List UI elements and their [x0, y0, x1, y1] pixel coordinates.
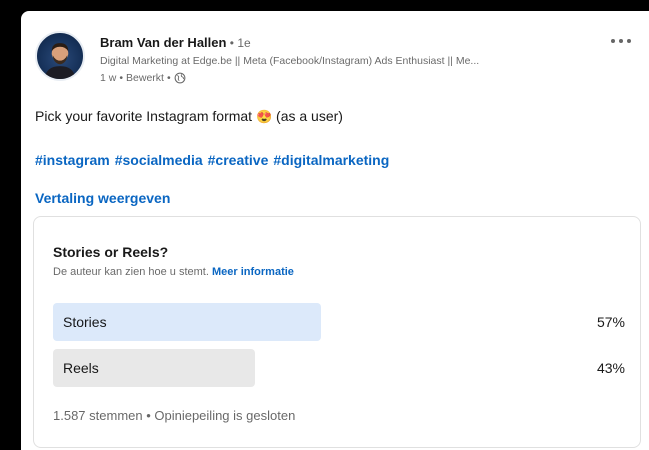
poll-card: Stories or Reels? De auteur kan zien hoe…: [33, 216, 641, 448]
more-info-link[interactable]: Meer informatie: [212, 266, 294, 278]
poll-option-stories: Stories 57%: [53, 303, 625, 341]
feed-post-card: Bram Van der Hallen • 1e Digital Marketi…: [21, 11, 649, 450]
post-text-main: Pick your favorite Instagram format: [35, 108, 256, 124]
post-text-tail: (as a user): [272, 108, 343, 124]
poll-option-percent: 43%: [596, 360, 625, 376]
ellipsis-icon: [611, 39, 615, 43]
author-name[interactable]: Bram Van der Hallen: [100, 35, 226, 50]
post-meta: 1 w • Bewerkt •: [100, 71, 186, 85]
show-translation-link[interactable]: Vertaling weergeven: [35, 189, 170, 207]
edited-label: Bewerkt: [126, 72, 164, 84]
poll-privacy-note: De auteur kan zien hoe u stemt. Meer inf…: [53, 265, 294, 279]
hashtag-link[interactable]: #creative: [208, 151, 269, 169]
post-time: 1 w: [100, 72, 117, 84]
hashtag-link[interactable]: #digitalmarketing: [273, 151, 389, 169]
poll-option-reels: Reels 43%: [53, 349, 625, 387]
hashtag-link[interactable]: #socialmedia: [115, 151, 203, 169]
person-photo-icon: [44, 43, 76, 79]
author-line: Bram Van der Hallen • 1e: [100, 35, 251, 51]
poll-option-label: Reels: [63, 360, 99, 376]
heart-eyes-emoji: 😍: [255, 109, 273, 124]
hashtag-link[interactable]: #instagram: [35, 151, 110, 169]
ellipsis-dot: [619, 39, 623, 43]
meta-separator: •: [166, 72, 171, 84]
meta-separator: •: [119, 72, 124, 84]
more-options-button[interactable]: [607, 33, 635, 49]
post-text: Pick your favorite Instagram format 😍 (a…: [35, 107, 343, 126]
poll-option-label: Stories: [63, 314, 107, 330]
poll-footer: 1.587 stemmen • Opiniepeiling is geslote…: [53, 408, 296, 423]
poll-option-percent: 57%: [596, 314, 625, 330]
ellipsis-dot: [627, 39, 631, 43]
author-headline: Digital Marketing at Edge.be || Meta (Fa…: [100, 55, 480, 67]
globe-icon: [174, 72, 186, 84]
hashtag-list: #instagram #socialmedia #creative #digit…: [35, 151, 389, 169]
author-avatar[interactable]: [35, 31, 85, 81]
poll-question: Stories or Reels?: [53, 244, 169, 260]
poll-note-text: De auteur kan zien hoe u stemt.: [53, 266, 209, 278]
connection-degree: • 1e: [226, 36, 251, 50]
